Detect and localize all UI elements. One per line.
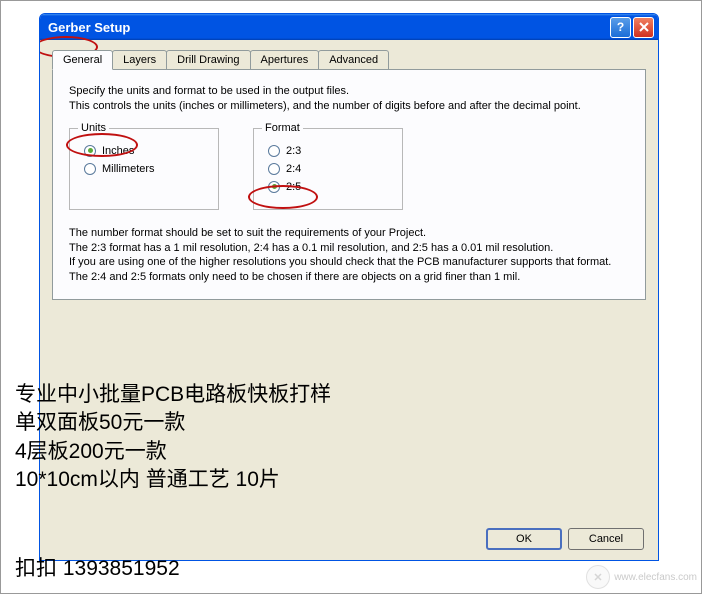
radio-icon [84, 145, 96, 157]
description-line: Specify the units and format to be used … [69, 84, 629, 99]
radio-2-5[interactable]: 2:5 [268, 181, 388, 193]
note-line: The 2:3 format has a 1 mil resolution, 2… [69, 241, 629, 256]
overlay-line: 10*10cm以内 普通工艺 10片 [15, 466, 331, 494]
help-button[interactable]: ? [610, 17, 631, 38]
overlay-line: 单双面板50元一款 [15, 409, 331, 437]
radio-label: 2:5 [286, 181, 301, 193]
tab-advanced[interactable]: Advanced [318, 50, 389, 69]
watermark-icon [586, 565, 610, 589]
tab-general[interactable]: General [52, 50, 113, 70]
radio-millimeters[interactable]: Millimeters [84, 163, 204, 175]
radio-label: Inches [102, 145, 134, 157]
overlay-line: 专业中小批量PCB电路板快板打样 [15, 381, 331, 409]
radio-icon [268, 181, 280, 193]
units-legend: Units [78, 122, 109, 134]
note-line: The number format should be set to suit … [69, 226, 629, 241]
format-legend: Format [262, 122, 303, 134]
overlay-line: 扣扣 1393851952 [15, 555, 180, 583]
description-line: This controls the units (inches or milli… [69, 99, 629, 114]
radio-2-3[interactable]: 2:3 [268, 145, 388, 157]
titlebar[interactable]: Gerber Setup ? [40, 14, 658, 40]
tab-layers[interactable]: Layers [112, 50, 167, 69]
tab-apertures[interactable]: Apertures [250, 50, 320, 69]
options-row: Units Inches Millimeters Format [69, 128, 629, 210]
description-text: Specify the units and format to be used … [69, 84, 629, 114]
close-button[interactable] [633, 17, 654, 38]
format-group: Format 2:3 2:4 2:5 [253, 128, 403, 210]
cancel-button[interactable]: Cancel [568, 528, 644, 550]
radio-2-4[interactable]: 2:4 [268, 163, 388, 175]
tab-panel-general: Specify the units and format to be used … [52, 69, 646, 300]
watermark: www.elecfans.com [586, 565, 697, 589]
dialog-buttons: OK Cancel [486, 528, 644, 550]
tab-strip: General Layers Drill Drawing Apertures A… [52, 50, 646, 69]
overlay-line: 4层板200元一款 [15, 438, 331, 466]
window-title: Gerber Setup [48, 20, 608, 35]
ok-button[interactable]: OK [486, 528, 562, 550]
note-line: The 2:4 and 2:5 formats only need to be … [69, 270, 629, 285]
radio-label: Millimeters [102, 163, 155, 175]
radio-icon [268, 163, 280, 175]
overlay-contact-text: 扣扣 1393851952 [15, 555, 180, 583]
note-line: If you are using one of the higher resol… [69, 255, 629, 270]
units-group: Units Inches Millimeters [69, 128, 219, 210]
watermark-text: www.elecfans.com [614, 572, 697, 583]
overlay-ad-text: 专业中小批量PCB电路板快板打样 单双面板50元一款 4层板200元一款 10*… [15, 381, 331, 494]
radio-icon [84, 163, 96, 175]
radio-inches[interactable]: Inches [84, 145, 204, 157]
radio-label: 2:3 [286, 145, 301, 157]
radio-icon [268, 145, 280, 157]
close-icon [639, 22, 649, 32]
radio-label: 2:4 [286, 163, 301, 175]
tab-drill-drawing[interactable]: Drill Drawing [166, 50, 250, 69]
format-note: The number format should be set to suit … [69, 226, 629, 285]
